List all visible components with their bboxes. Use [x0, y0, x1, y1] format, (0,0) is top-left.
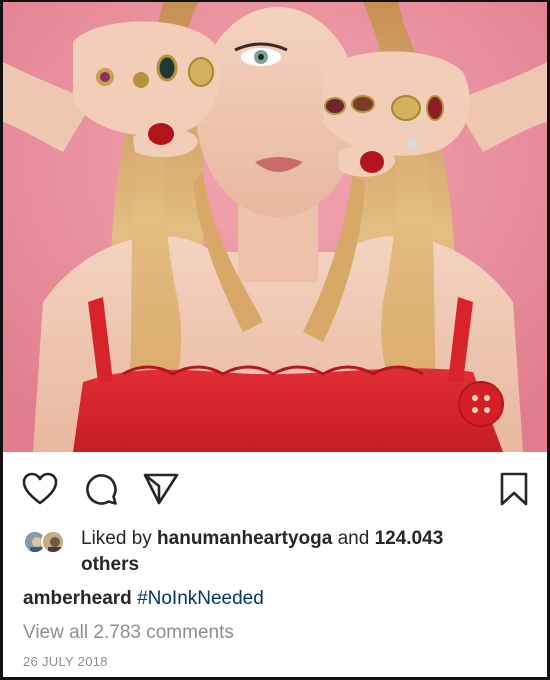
likes-others[interactable]: others	[81, 554, 139, 575]
liker-avatars[interactable]	[23, 530, 75, 556]
post-photo[interactable]	[3, 2, 547, 452]
post-actions-bar	[3, 452, 547, 520]
likes-count[interactable]: 124.043	[375, 528, 444, 549]
caption-hashtag[interactable]: #NoInkNeeded	[137, 588, 264, 609]
likes-prefix: Liked by	[81, 528, 158, 549]
view-all-comments-link[interactable]: View all 2.783 comments	[23, 620, 234, 646]
send-icon[interactable]	[143, 472, 179, 506]
likes-connector: and	[332, 528, 375, 549]
avatar[interactable]	[41, 530, 65, 554]
avatar-image	[43, 532, 63, 552]
post-caption: amberheard #NoInkNeeded	[23, 586, 264, 612]
post-date: 26 JULY 2018	[23, 654, 108, 669]
comment-icon[interactable]	[84, 472, 118, 506]
bookmark-icon[interactable]	[499, 472, 529, 506]
likes-summary[interactable]: Liked by hanumanheartyoga and 124.043 oth…	[23, 526, 533, 578]
caption-username[interactable]: amberheard	[23, 588, 132, 609]
instagram-post: Liked by hanumanheartyoga and 124.043 oth…	[0, 0, 550, 680]
liker-username[interactable]: hanumanheartyoga	[157, 528, 332, 549]
post-photo-illustration	[3, 2, 547, 452]
likes-text: Liked by hanumanheartyoga and 124.043 oth…	[81, 526, 531, 578]
heart-icon[interactable]	[22, 472, 58, 506]
